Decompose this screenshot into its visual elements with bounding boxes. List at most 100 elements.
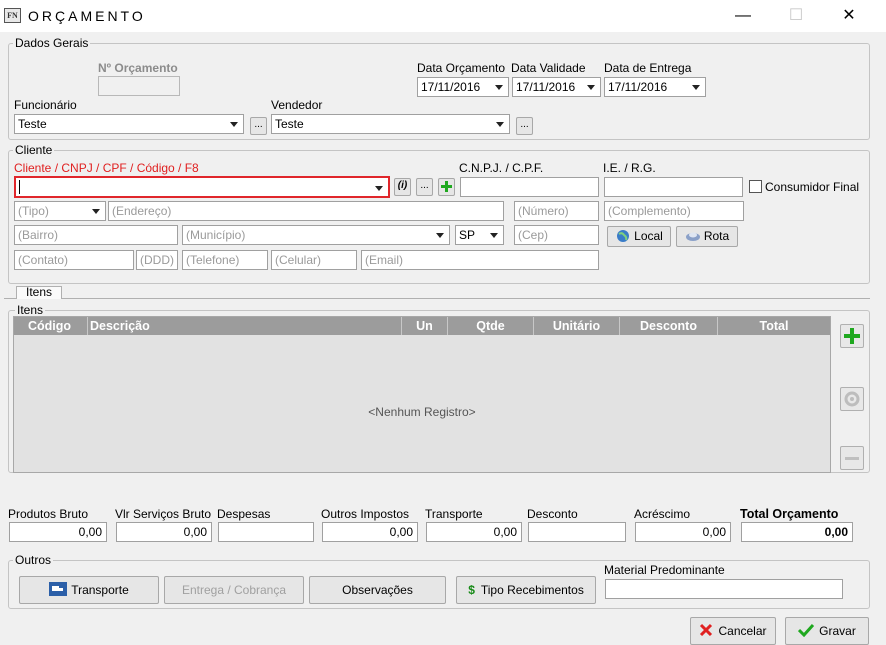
col-total[interactable]: Total (718, 317, 830, 335)
tipo-recebimentos-button[interactable]: $ Tipo Recebimentos (456, 576, 596, 604)
data-entrega-picker[interactable]: 17/11/2016 (604, 77, 706, 97)
col-unitario[interactable]: Unitário (534, 317, 620, 335)
funcionario-select[interactable]: Teste (14, 114, 244, 134)
material-predominante-label: Material Predominante (604, 563, 725, 577)
ie-input[interactable] (604, 177, 743, 197)
ddd-input[interactable]: (DDD) (136, 250, 178, 270)
total-value-2[interactable] (218, 522, 314, 542)
tab-itens[interactable]: Itens (16, 285, 62, 299)
total-value-1[interactable]: 0,00 (116, 522, 212, 542)
telefone-input[interactable]: (Telefone) (182, 250, 268, 270)
chevron-down-icon[interactable] (432, 227, 448, 243)
total-value-5[interactable] (528, 522, 626, 542)
vendedor-select[interactable]: Teste (271, 114, 510, 134)
chevron-down-icon[interactable] (688, 79, 704, 95)
data-orcamento-value: 17/11/2016 (421, 80, 481, 94)
celular-input[interactable]: (Celular) (271, 250, 357, 270)
itens-legend: Itens (17, 303, 44, 317)
itens-grid[interactable]: Código Descrição Un Qtde Unitário Descon… (13, 316, 831, 473)
cliente-info-button[interactable]: (i) (394, 178, 411, 196)
add-item-button[interactable] (840, 324, 864, 348)
tab-itens-label: Itens (26, 285, 53, 299)
total-value-0[interactable]: 0,00 (9, 522, 107, 542)
email-input[interactable]: (Email) (361, 250, 599, 270)
x-icon (700, 623, 713, 637)
col-qtde[interactable]: Qtde (448, 317, 534, 335)
globe-icon (617, 230, 630, 242)
cep-input[interactable]: (Cep) (514, 225, 599, 245)
tipo-recebimentos-button-label: Tipo Recebimentos (480, 583, 584, 597)
tipo-select[interactable]: (Tipo) (14, 201, 106, 221)
local-button-label: Local (634, 229, 663, 243)
gravar-button[interactable]: Gravar (785, 617, 869, 645)
local-button[interactable]: Local (607, 226, 671, 247)
chevron-down-icon[interactable] (492, 116, 508, 132)
chevron-down-icon[interactable] (491, 79, 507, 95)
cliente-lookup-button[interactable]: ... (416, 178, 433, 196)
remove-item-button (840, 446, 864, 470)
total-value-3[interactable]: 0,00 (322, 522, 418, 542)
data-orcamento-picker[interactable]: 17/11/2016 (417, 77, 509, 97)
endereco-input[interactable]: (Endereço) (108, 201, 504, 221)
chevron-down-icon[interactable] (371, 180, 387, 196)
data-validade-picker[interactable]: 17/11/2016 (512, 77, 601, 97)
funcionario-label: Funcionário (14, 98, 77, 112)
data-validade-value: 17/11/2016 (516, 80, 576, 94)
bairro-input[interactable]: (Bairro) (14, 225, 178, 245)
municipio-select[interactable]: (Município) (182, 225, 450, 245)
dollar-icon: $ (468, 583, 475, 597)
chevron-down-icon[interactable] (226, 116, 242, 132)
truck-icon (49, 582, 68, 596)
vendedor-label: Vendedor (271, 98, 323, 112)
route-icon (685, 232, 700, 241)
cliente-search-input[interactable] (14, 176, 390, 198)
plus-icon (844, 328, 860, 344)
dados-gerais-legend: Dados Gerais (15, 36, 89, 50)
total-value-4[interactable]: 0,00 (426, 522, 522, 542)
data-entrega-value: 17/11/2016 (608, 80, 668, 94)
gravar-button-label: Gravar (819, 624, 856, 638)
vendedor-lookup-button[interactable]: ... (516, 117, 533, 135)
cancelar-button-label: Cancelar (718, 624, 767, 638)
funcionario-value: Teste (18, 117, 47, 131)
numero-input[interactable]: (Número) (514, 201, 599, 221)
consumidor-final-checkbox[interactable] (749, 180, 762, 193)
total-label-5: Desconto (527, 507, 578, 521)
total-label-4: Transporte (425, 507, 483, 521)
col-codigo[interactable]: Código (14, 317, 88, 335)
gear-icon (844, 391, 860, 407)
cliente-legend: Cliente (15, 143, 53, 157)
contato-input[interactable]: (Contato) (14, 250, 134, 270)
transporte-button[interactable]: Transporte (19, 576, 159, 604)
complemento-input[interactable]: (Complemento) (604, 201, 744, 221)
total-value-7[interactable]: 0,00 (741, 522, 853, 542)
chevron-down-icon[interactable] (486, 227, 502, 243)
app-icon: FN (4, 8, 21, 23)
itens-grid-header: Código Descrição Un Qtde Unitário Descon… (14, 317, 830, 335)
uf-select[interactable]: SP (455, 225, 504, 245)
cancelar-button[interactable]: Cancelar (690, 617, 776, 645)
add-cliente-button[interactable] (438, 178, 455, 196)
data-orcamento-label: Data Orçamento (417, 61, 506, 75)
minimize-button[interactable]: — (720, 0, 766, 32)
chevron-down-icon[interactable] (583, 79, 599, 95)
material-predominante-input[interactable] (605, 579, 843, 599)
cnpj-label: C.N.P.J. / C.P.F. (459, 161, 544, 175)
uf-value: SP (459, 228, 476, 242)
col-descricao[interactable]: Descrição (88, 317, 402, 335)
chevron-down-icon[interactable] (88, 203, 104, 219)
funcionario-lookup-button[interactable]: ... (250, 117, 267, 135)
total-label-0: Produtos Bruto (8, 507, 89, 521)
total-label-3: Outros Impostos (321, 507, 410, 521)
col-un[interactable]: Un (402, 317, 448, 335)
total-value-6[interactable]: 0,00 (635, 522, 731, 542)
consumidor-final-label: Consumidor Final (765, 180, 860, 194)
close-button[interactable]: ✕ (826, 0, 872, 32)
municipio-placeholder: (Município) (186, 228, 246, 242)
outros-legend: Outros (15, 553, 52, 567)
observacoes-button[interactable]: Observações (309, 576, 446, 604)
ie-label: I.E. / R.G. (603, 161, 656, 175)
col-desconto[interactable]: Desconto (620, 317, 718, 335)
rota-button[interactable]: Rota (676, 226, 738, 247)
cnpj-input[interactable] (460, 177, 599, 197)
